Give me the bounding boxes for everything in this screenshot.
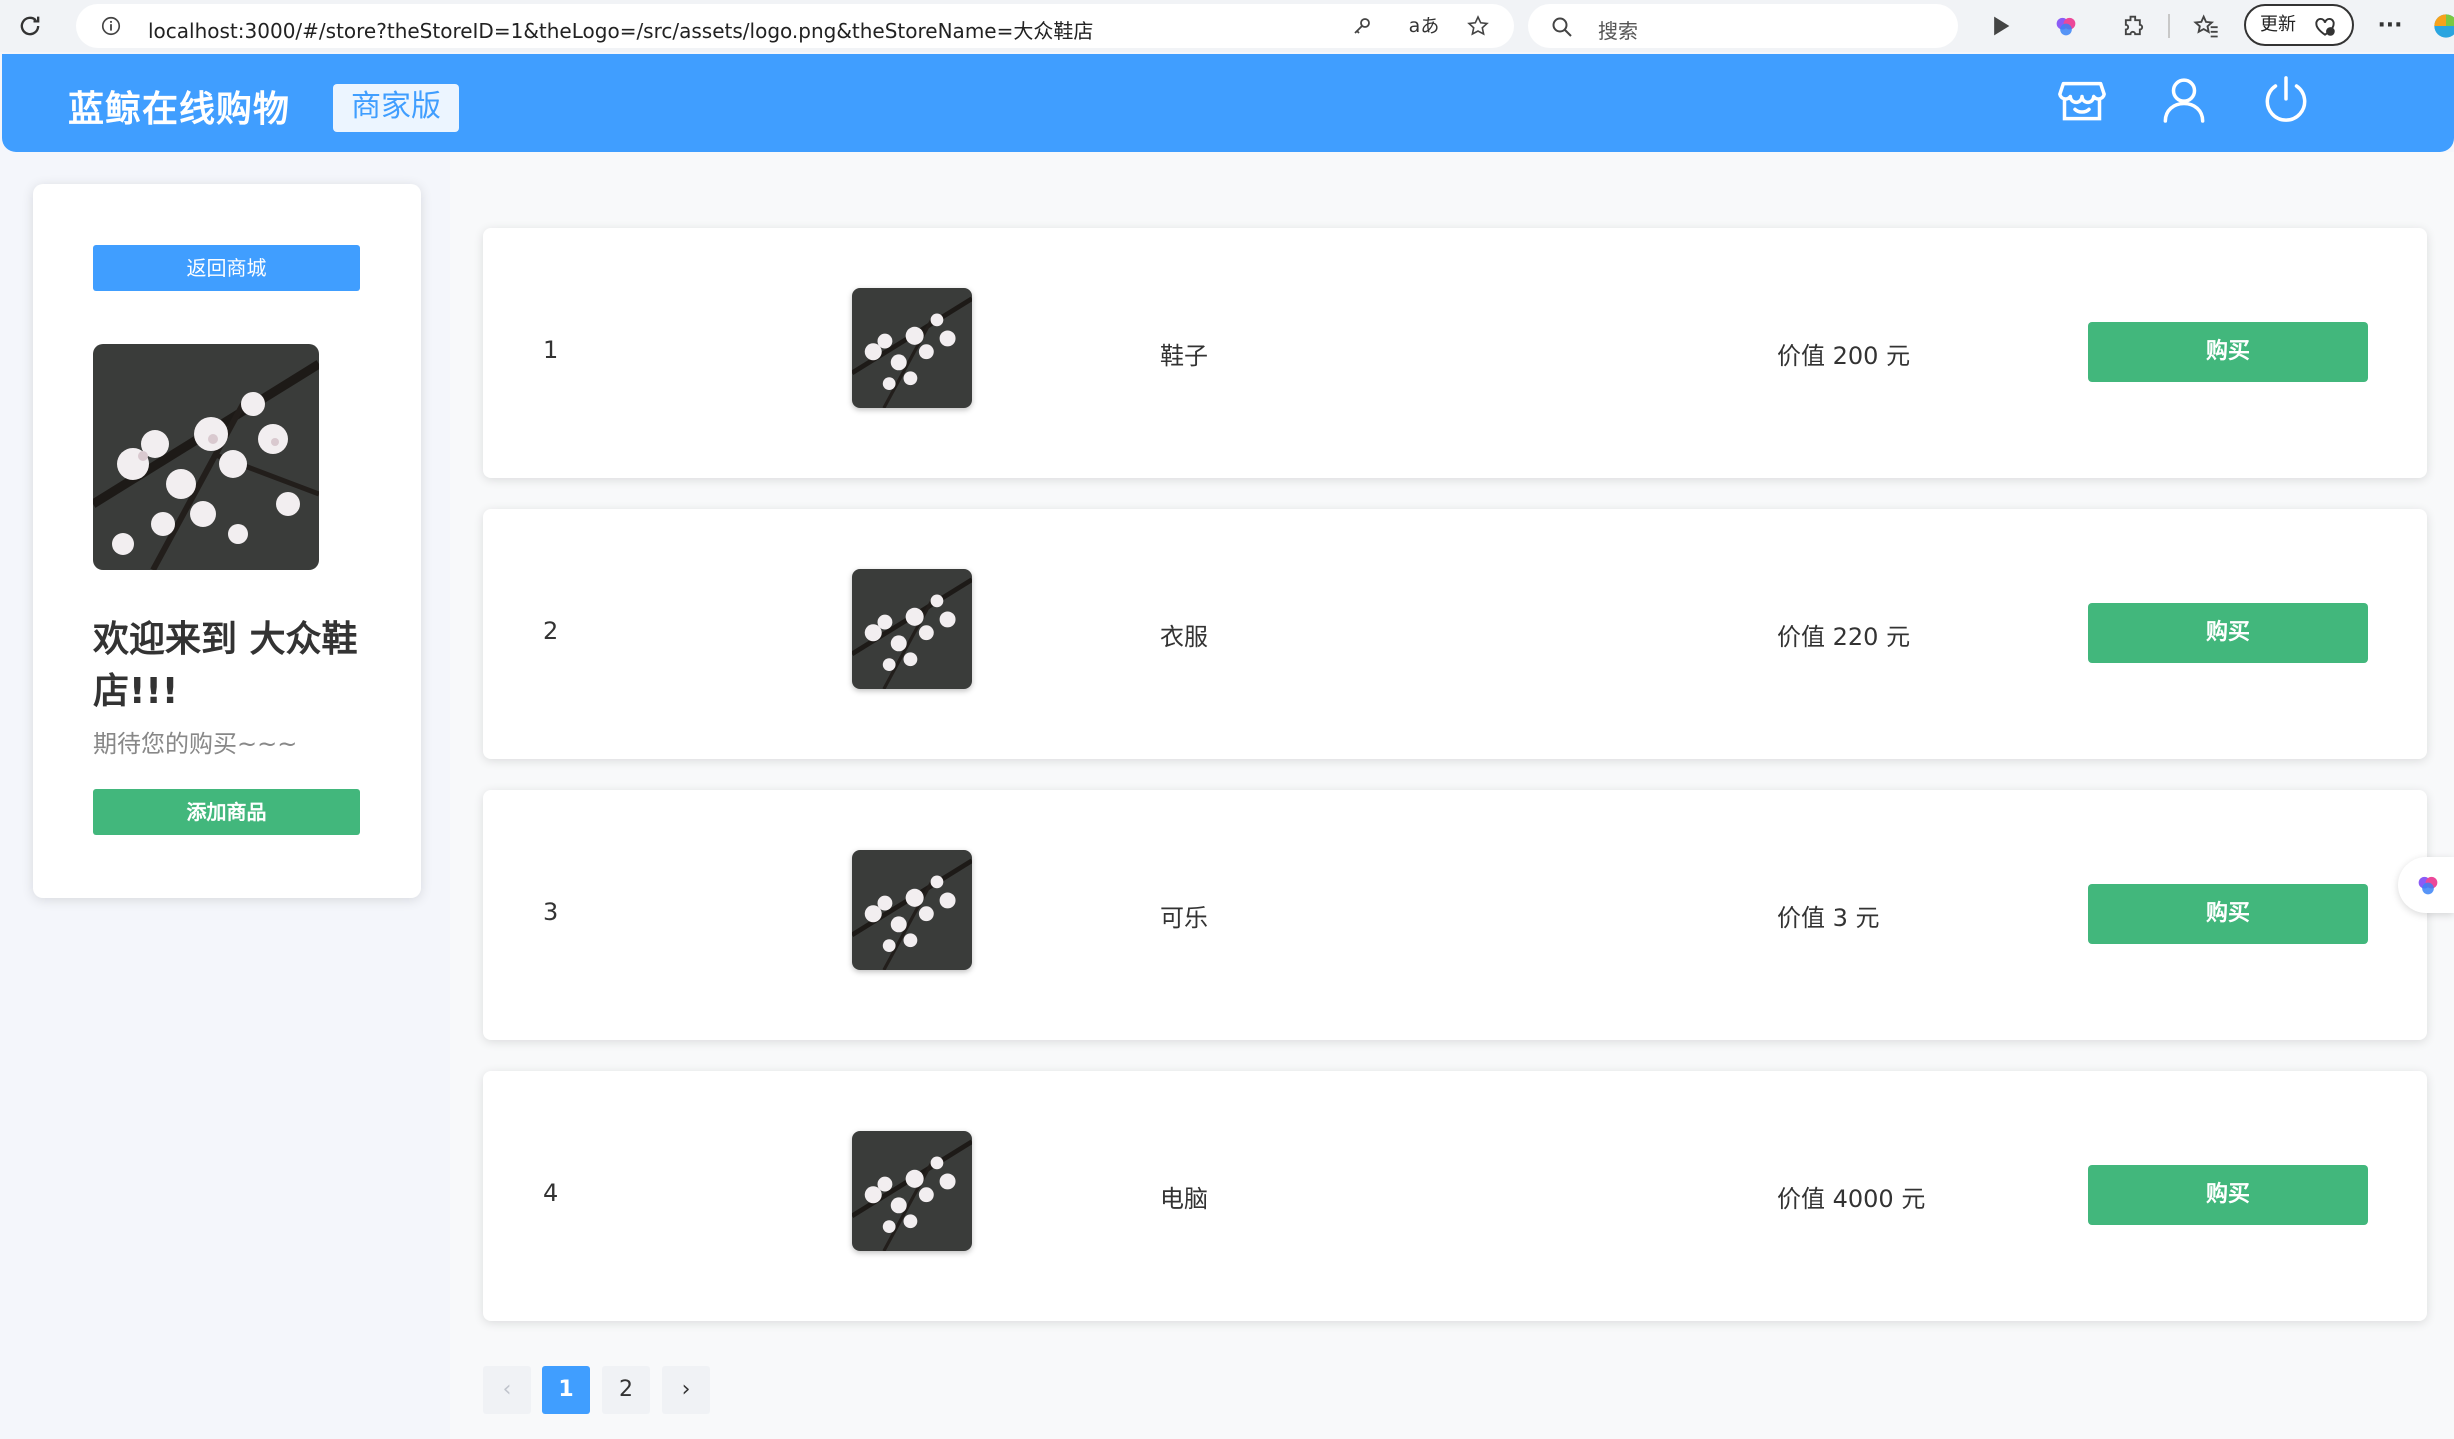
product-name: 鞋子 xyxy=(1160,342,1208,370)
product-name: 衣服 xyxy=(1160,623,1208,651)
welcome-heading: 欢迎来到 大众鞋店!!! xyxy=(93,619,358,712)
product-name: 可乐 xyxy=(1160,904,1208,932)
product-name: 电脑 xyxy=(1160,1185,1208,1213)
power-icon[interactable] xyxy=(2258,72,2314,128)
product-image xyxy=(852,1131,972,1251)
product-row: 4 电脑 价值 4000 元 购买 xyxy=(483,1071,2427,1321)
url-text[interactable]: localhost:3000/#/store?theStoreID=1&theL… xyxy=(148,15,1093,44)
product-index: 2 xyxy=(543,617,559,645)
store-info-card: 返回商城 欢迎来到 大众鞋店!!! 期待您的购买~~~ 添加商品 xyxy=(33,184,421,898)
buy-button[interactable]: 购买 xyxy=(2088,322,2368,382)
product-row: 1 鞋子 价值 200 元 购买 xyxy=(483,228,2427,478)
toolbar-divider xyxy=(2168,14,2170,38)
app-header: 蓝鲸在线购物 商家版 xyxy=(2,54,2454,152)
address-bar[interactable]: localhost:3000/#/store?theStoreID=1&theL… xyxy=(76,4,1514,48)
update-button[interactable]: 更新 xyxy=(2244,4,2354,46)
welcome-subtitle: 期待您的购买~~~ xyxy=(93,730,298,758)
reload-icon[interactable] xyxy=(16,12,44,40)
edition-badge: 商家版 xyxy=(333,84,459,132)
product-image xyxy=(852,288,972,408)
product-image xyxy=(852,569,972,689)
brand-title: 蓝鲸在线购物 xyxy=(68,89,291,130)
update-label: 更新 xyxy=(2260,14,2296,35)
cherry-blossom-thumbnail xyxy=(852,1131,972,1251)
info-icon[interactable] xyxy=(100,15,122,37)
buy-button[interactable]: 购买 xyxy=(2088,1165,2368,1225)
pagination-page-2[interactable]: 2 xyxy=(602,1366,650,1414)
copilot-icon[interactable] xyxy=(2052,12,2080,40)
edge-icon[interactable] xyxy=(2432,12,2454,40)
cherry-blossom-image xyxy=(93,344,319,570)
cherry-blossom-thumbnail xyxy=(852,569,972,689)
pagination-next[interactable]: › xyxy=(662,1366,710,1414)
copilot-icon xyxy=(2418,876,2438,895)
product-price: 价值 200 元 xyxy=(1777,342,1911,370)
star-icon[interactable] xyxy=(1466,14,1490,38)
product-index: 4 xyxy=(543,1179,559,1207)
product-row: 3 可乐 价值 3 元 购买 xyxy=(483,790,2427,1040)
translate-icon[interactable]: aあ xyxy=(1406,14,1442,38)
product-row: 2 衣服 价值 220 元 购买 xyxy=(483,509,2427,759)
favorites-icon[interactable] xyxy=(2192,12,2220,40)
search-placeholder: 搜索 xyxy=(1598,19,1638,43)
product-price: 价值 4000 元 xyxy=(1777,1185,1926,1213)
extensions-icon[interactable] xyxy=(2120,12,2148,40)
buy-button[interactable]: 购买 xyxy=(2088,603,2368,663)
floating-assistant-button[interactable] xyxy=(2398,857,2454,913)
cherry-blossom-thumbnail xyxy=(852,850,972,970)
heart-profile-icon xyxy=(2315,17,2335,36)
cherry-blossom-thumbnail xyxy=(852,288,972,408)
user-icon[interactable] xyxy=(2156,72,2212,128)
product-index: 3 xyxy=(543,898,559,926)
store-logo xyxy=(93,344,319,570)
store-icon[interactable] xyxy=(2054,72,2110,128)
search-icon xyxy=(1552,17,1572,37)
pagination-prev[interactable]: ‹ xyxy=(483,1366,531,1414)
product-price: 价值 220 元 xyxy=(1777,623,1911,651)
buy-button[interactable]: 购买 xyxy=(2088,884,2368,944)
product-index: 1 xyxy=(543,336,559,364)
browser-search-box[interactable]: 搜索 xyxy=(1528,4,1958,48)
more-menu-icon[interactable]: ··· xyxy=(2376,12,2404,40)
add-product-button[interactable]: 添加商品 xyxy=(93,789,360,835)
play-icon[interactable] xyxy=(1986,12,2014,40)
back-to-mall-button[interactable]: 返回商城 xyxy=(93,245,360,291)
key-icon[interactable] xyxy=(1350,14,1374,38)
product-price: 价值 3 元 xyxy=(1777,904,1880,932)
browser-toolbar: localhost:3000/#/store?theStoreID=1&theL… xyxy=(0,0,2454,52)
product-image xyxy=(852,850,972,970)
pagination-page-1[interactable]: 1 xyxy=(542,1366,590,1414)
